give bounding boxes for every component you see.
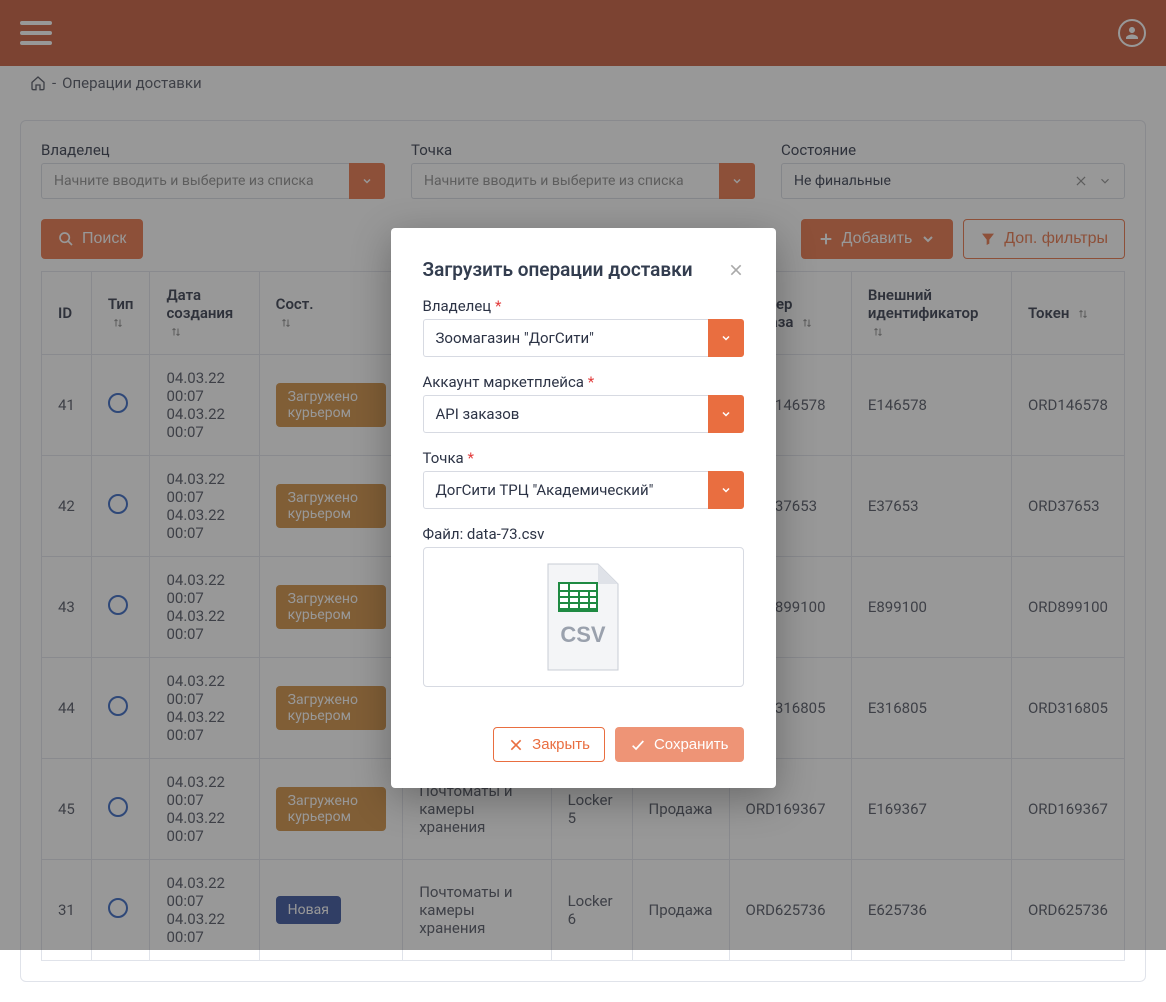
file-dropzone[interactable]: CSV [423, 547, 744, 687]
svg-text:CSV: CSV [560, 622, 606, 647]
modal-save-button[interactable]: Сохранить [615, 727, 744, 762]
chevron-down-icon [720, 484, 732, 496]
close-icon[interactable] [728, 262, 744, 278]
modal-owner-select[interactable]: Зоомагазин "ДогСити" [423, 319, 708, 357]
modal-close-button[interactable]: Закрыть [493, 727, 605, 762]
upload-modal: Загрузить операции доставки Владелец * З… [391, 228, 776, 788]
modal-point-label: Точка * [423, 449, 744, 467]
modal-point-select[interactable]: ДогСити ТРЦ "Академический" [423, 471, 708, 509]
modal-owner-label: Владелец * [423, 297, 744, 315]
csv-file-icon: CSV [538, 562, 628, 672]
modal-account-dropdown[interactable] [708, 395, 744, 433]
modal-overlay[interactable]: Загрузить операции доставки Владелец * З… [0, 0, 1166, 950]
modal-title: Загрузить операции доставки [423, 258, 693, 281]
chevron-down-icon [720, 332, 732, 344]
close-icon [508, 737, 524, 753]
modal-account-label: Аккаунт маркетплейса * [423, 373, 744, 391]
modal-owner-dropdown[interactable] [708, 319, 744, 357]
chevron-down-icon [720, 408, 732, 420]
check-icon [630, 737, 646, 753]
modal-point-dropdown[interactable] [708, 471, 744, 509]
modal-account-select[interactable]: API заказов [423, 395, 708, 433]
modal-file-label: Файл: data-73.csv [423, 525, 744, 543]
